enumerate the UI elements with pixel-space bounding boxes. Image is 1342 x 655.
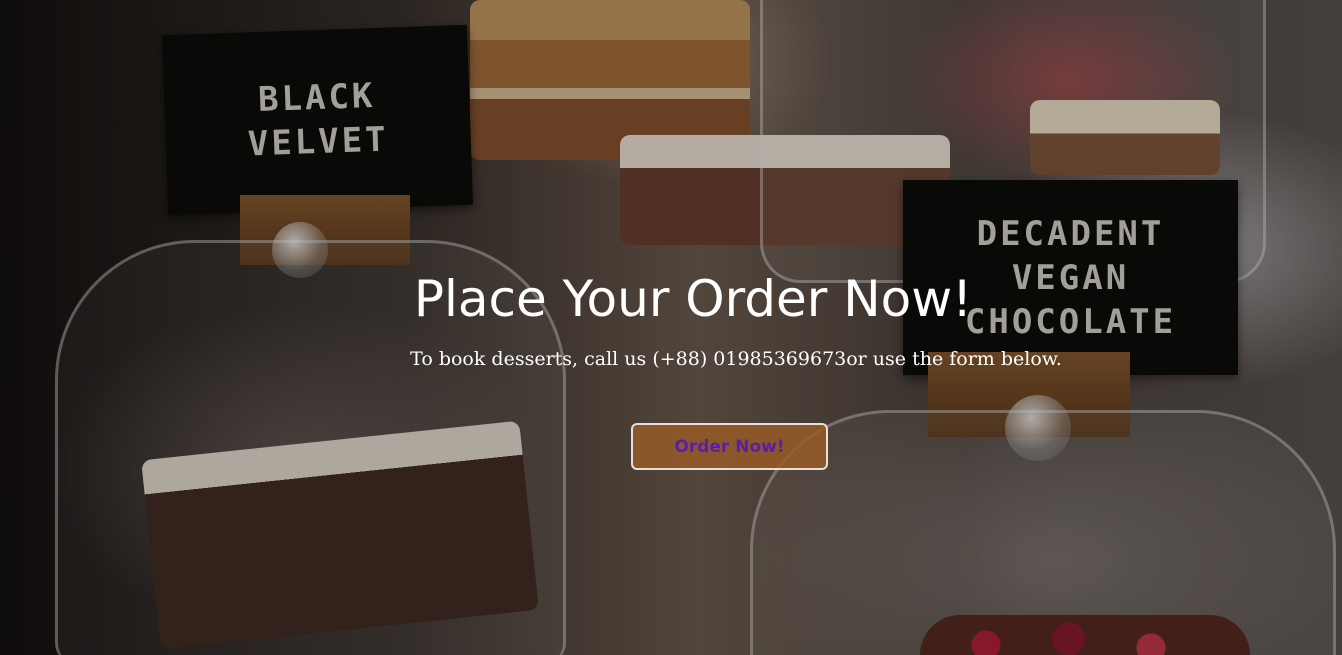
hero-section: BLACK VELVET DECADENT VEGAN CHOCOLATE Pl… [0,0,1342,655]
hero-content: Place Your Order Now! To book desserts, … [0,0,1342,655]
hero-title: Place Your Order Now! [413,270,973,328]
order-now-button[interactable]: Order Now! [631,423,828,470]
hero-subtitle: To book desserts, call us (+88) 01985369… [410,348,1062,370]
